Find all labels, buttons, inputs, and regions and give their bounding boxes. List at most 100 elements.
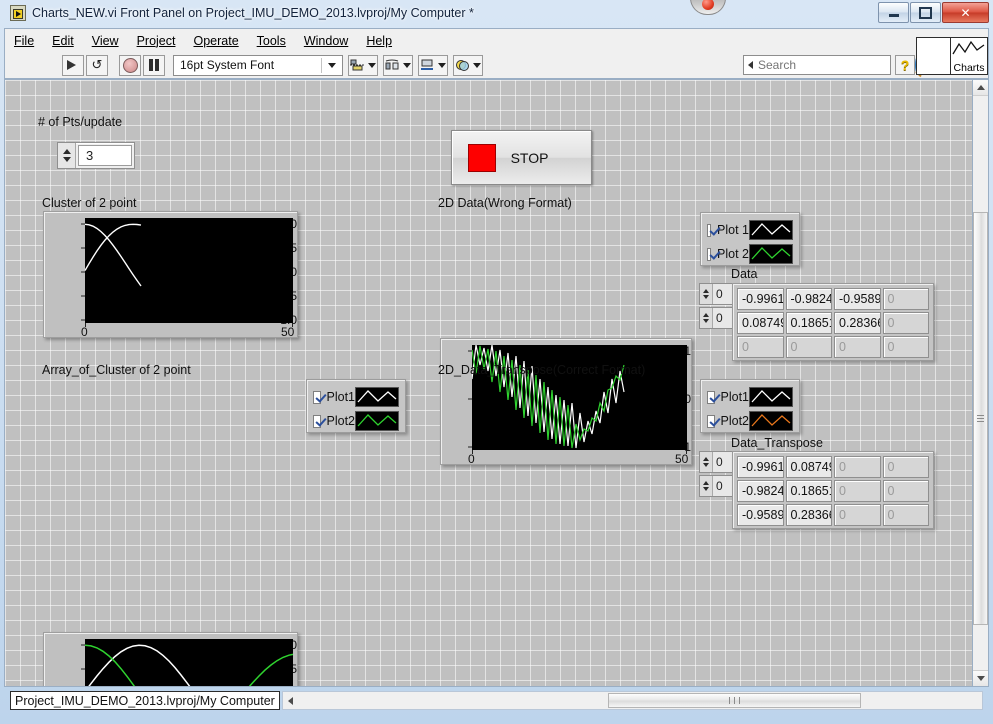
array-cell[interactable]: 0 bbox=[786, 336, 833, 358]
plot-visibility-checkbox[interactable] bbox=[707, 224, 711, 237]
array-cell[interactable]: 0.08749 bbox=[786, 456, 833, 478]
legend-row[interactable]: Plot1 bbox=[313, 385, 399, 409]
menu-item-help[interactable]: Help bbox=[357, 31, 401, 51]
stop-button[interactable]: STOP bbox=[451, 130, 592, 185]
array-cell[interactable]: 0.28366 bbox=[834, 312, 881, 334]
array-cell[interactable]: 0.08749 bbox=[737, 312, 784, 334]
distribute-objects-button[interactable] bbox=[383, 55, 413, 76]
reorder-objects-button[interactable] bbox=[453, 55, 483, 76]
legend-row[interactable]: Plot2 bbox=[313, 409, 399, 433]
index-control-row[interactable]: 0 bbox=[699, 451, 736, 473]
array-cell[interactable]: 0 bbox=[834, 504, 881, 526]
plot-visibility-checkbox[interactable] bbox=[313, 391, 321, 404]
index-stepper[interactable] bbox=[700, 476, 713, 496]
chart-1[interactable]: 1.0 0.5 0.0 -0.5 -1.0 0 50 bbox=[43, 211, 298, 338]
plot-visibility-checkbox[interactable] bbox=[707, 415, 715, 428]
data-array-index-controls[interactable]: 0 0 bbox=[699, 283, 736, 329]
chart-1-plot-area[interactable] bbox=[85, 218, 293, 323]
array-cell[interactable]: 0 bbox=[883, 480, 930, 502]
legend-color-sample[interactable] bbox=[355, 387, 399, 407]
array-cell[interactable]: 0 bbox=[883, 336, 930, 358]
data-transpose-array-cells[interactable]: -0.9961 0.08749 0 0 -0.9824 0.18651 0 0 … bbox=[732, 451, 934, 529]
array-cell[interactable]: -0.9824 bbox=[786, 288, 833, 310]
array-cell[interactable]: -0.9824 bbox=[737, 480, 784, 502]
menu-item-tools[interactable]: Tools bbox=[248, 31, 295, 51]
array-cell[interactable]: 0 bbox=[883, 504, 930, 526]
array-cell[interactable]: 0.18651 bbox=[786, 312, 833, 334]
close-button[interactable]: ✕ bbox=[942, 2, 989, 23]
legend-row[interactable]: Plot2 bbox=[707, 409, 793, 433]
array-cell[interactable]: 0 bbox=[883, 456, 930, 478]
chart-3-plot-area[interactable] bbox=[85, 639, 293, 687]
restore-button[interactable] bbox=[910, 2, 941, 23]
legend-color-sample[interactable] bbox=[749, 411, 793, 431]
panel-horizontal-scrollbar[interactable] bbox=[282, 691, 983, 710]
menu-item-operate[interactable]: Operate bbox=[184, 31, 247, 51]
legend-color-sample[interactable] bbox=[749, 387, 793, 407]
legend-row[interactable]: Plot 1 bbox=[707, 218, 793, 242]
index-control-row[interactable]: 0 bbox=[699, 307, 736, 329]
pts-per-update-value[interactable]: 3 bbox=[78, 145, 132, 166]
pts-per-update-stepper[interactable] bbox=[58, 143, 76, 168]
menu-item-edit[interactable]: Edit bbox=[43, 31, 83, 51]
array-cell[interactable]: -0.9961 bbox=[737, 288, 784, 310]
chart-2[interactable]: 1 0 -1 0 50 bbox=[440, 338, 692, 465]
scroll-up-button[interactable] bbox=[973, 80, 988, 96]
array-cell[interactable]: 0 bbox=[834, 480, 881, 502]
minimize-button[interactable] bbox=[878, 2, 909, 23]
chart-4-legend[interactable]: Plot1 Plot2 bbox=[700, 379, 800, 433]
array-cell[interactable]: 0.18651 bbox=[786, 480, 833, 502]
scroll-left-button[interactable] bbox=[283, 692, 297, 709]
legend-color-sample[interactable] bbox=[749, 220, 793, 240]
connector-pane[interactable] bbox=[917, 38, 951, 74]
vertical-scroll-thumb[interactable] bbox=[973, 212, 988, 625]
font-selector[interactable]: 16pt System Font bbox=[173, 55, 343, 76]
menu-item-project[interactable]: Project bbox=[128, 31, 185, 51]
index-control-row[interactable]: 0 bbox=[699, 283, 736, 305]
chart-2-plot-area[interactable] bbox=[472, 345, 687, 450]
run-continuously-button[interactable]: ↺ bbox=[86, 55, 108, 76]
resize-objects-button[interactable] bbox=[418, 55, 448, 76]
align-objects-button[interactable] bbox=[348, 55, 378, 76]
menu-item-file[interactable]: File bbox=[5, 31, 43, 51]
search-box[interactable] bbox=[743, 55, 891, 75]
array-cell[interactable]: 0 bbox=[883, 312, 930, 334]
array-cell[interactable]: -0.9961 bbox=[737, 456, 784, 478]
panel-vertical-scrollbar[interactable] bbox=[972, 79, 989, 687]
legend-row[interactable]: Plot1 bbox=[707, 385, 793, 409]
context-help-button[interactable]: ? bbox=[895, 55, 915, 75]
plot-visibility-checkbox[interactable] bbox=[707, 391, 715, 404]
index-control-row[interactable]: 0 bbox=[699, 475, 736, 497]
array-cell[interactable]: 0 bbox=[834, 456, 881, 478]
array-cell[interactable]: 0 bbox=[834, 336, 881, 358]
scroll-down-button[interactable] bbox=[973, 670, 988, 686]
horizontal-scroll-thumb[interactable] bbox=[608, 693, 861, 708]
array-cell[interactable]: -0.9589 bbox=[737, 504, 784, 526]
pts-per-update-control[interactable]: 3 bbox=[57, 142, 135, 169]
index-stepper[interactable] bbox=[700, 452, 713, 472]
pause-button[interactable] bbox=[143, 55, 165, 76]
vi-icon-preview[interactable]: Charts bbox=[951, 38, 987, 74]
legend-row[interactable]: Plot 2 bbox=[707, 242, 793, 266]
index-stepper[interactable] bbox=[700, 308, 713, 328]
abort-button[interactable] bbox=[119, 55, 141, 76]
array-cell[interactable]: 0 bbox=[883, 288, 930, 310]
plot-visibility-checkbox[interactable] bbox=[313, 415, 321, 428]
chart-3-legend[interactable]: Plot1 Plot2 bbox=[306, 379, 406, 433]
chart-3[interactable]: 1.0 0.5 0.0 -0.5 -1.0 0 50 bbox=[43, 632, 298, 687]
legend-color-sample[interactable] bbox=[749, 244, 793, 264]
array-cell[interactable]: 0 bbox=[737, 336, 784, 358]
array-cell[interactable]: -0.9589 bbox=[834, 288, 881, 310]
search-input[interactable] bbox=[756, 57, 915, 73]
index-stepper[interactable] bbox=[700, 284, 713, 304]
plot-visibility-checkbox[interactable] bbox=[707, 248, 711, 261]
menu-item-view[interactable]: View bbox=[83, 31, 128, 51]
data-transpose-index-controls[interactable]: 0 0 bbox=[699, 451, 736, 497]
data-array-cells[interactable]: -0.9961 -0.9824 -0.9589 0 0.08749 0.1865… bbox=[732, 283, 934, 361]
vi-icon-pane[interactable]: Charts bbox=[916, 37, 988, 75]
run-button[interactable] bbox=[62, 55, 84, 76]
legend-color-sample[interactable] bbox=[355, 411, 399, 431]
menu-item-window[interactable]: Window bbox=[295, 31, 357, 51]
array-cell[interactable]: 0.28366 bbox=[786, 504, 833, 526]
chart-2-legend[interactable]: Plot 1 Plot 2 bbox=[700, 212, 800, 266]
